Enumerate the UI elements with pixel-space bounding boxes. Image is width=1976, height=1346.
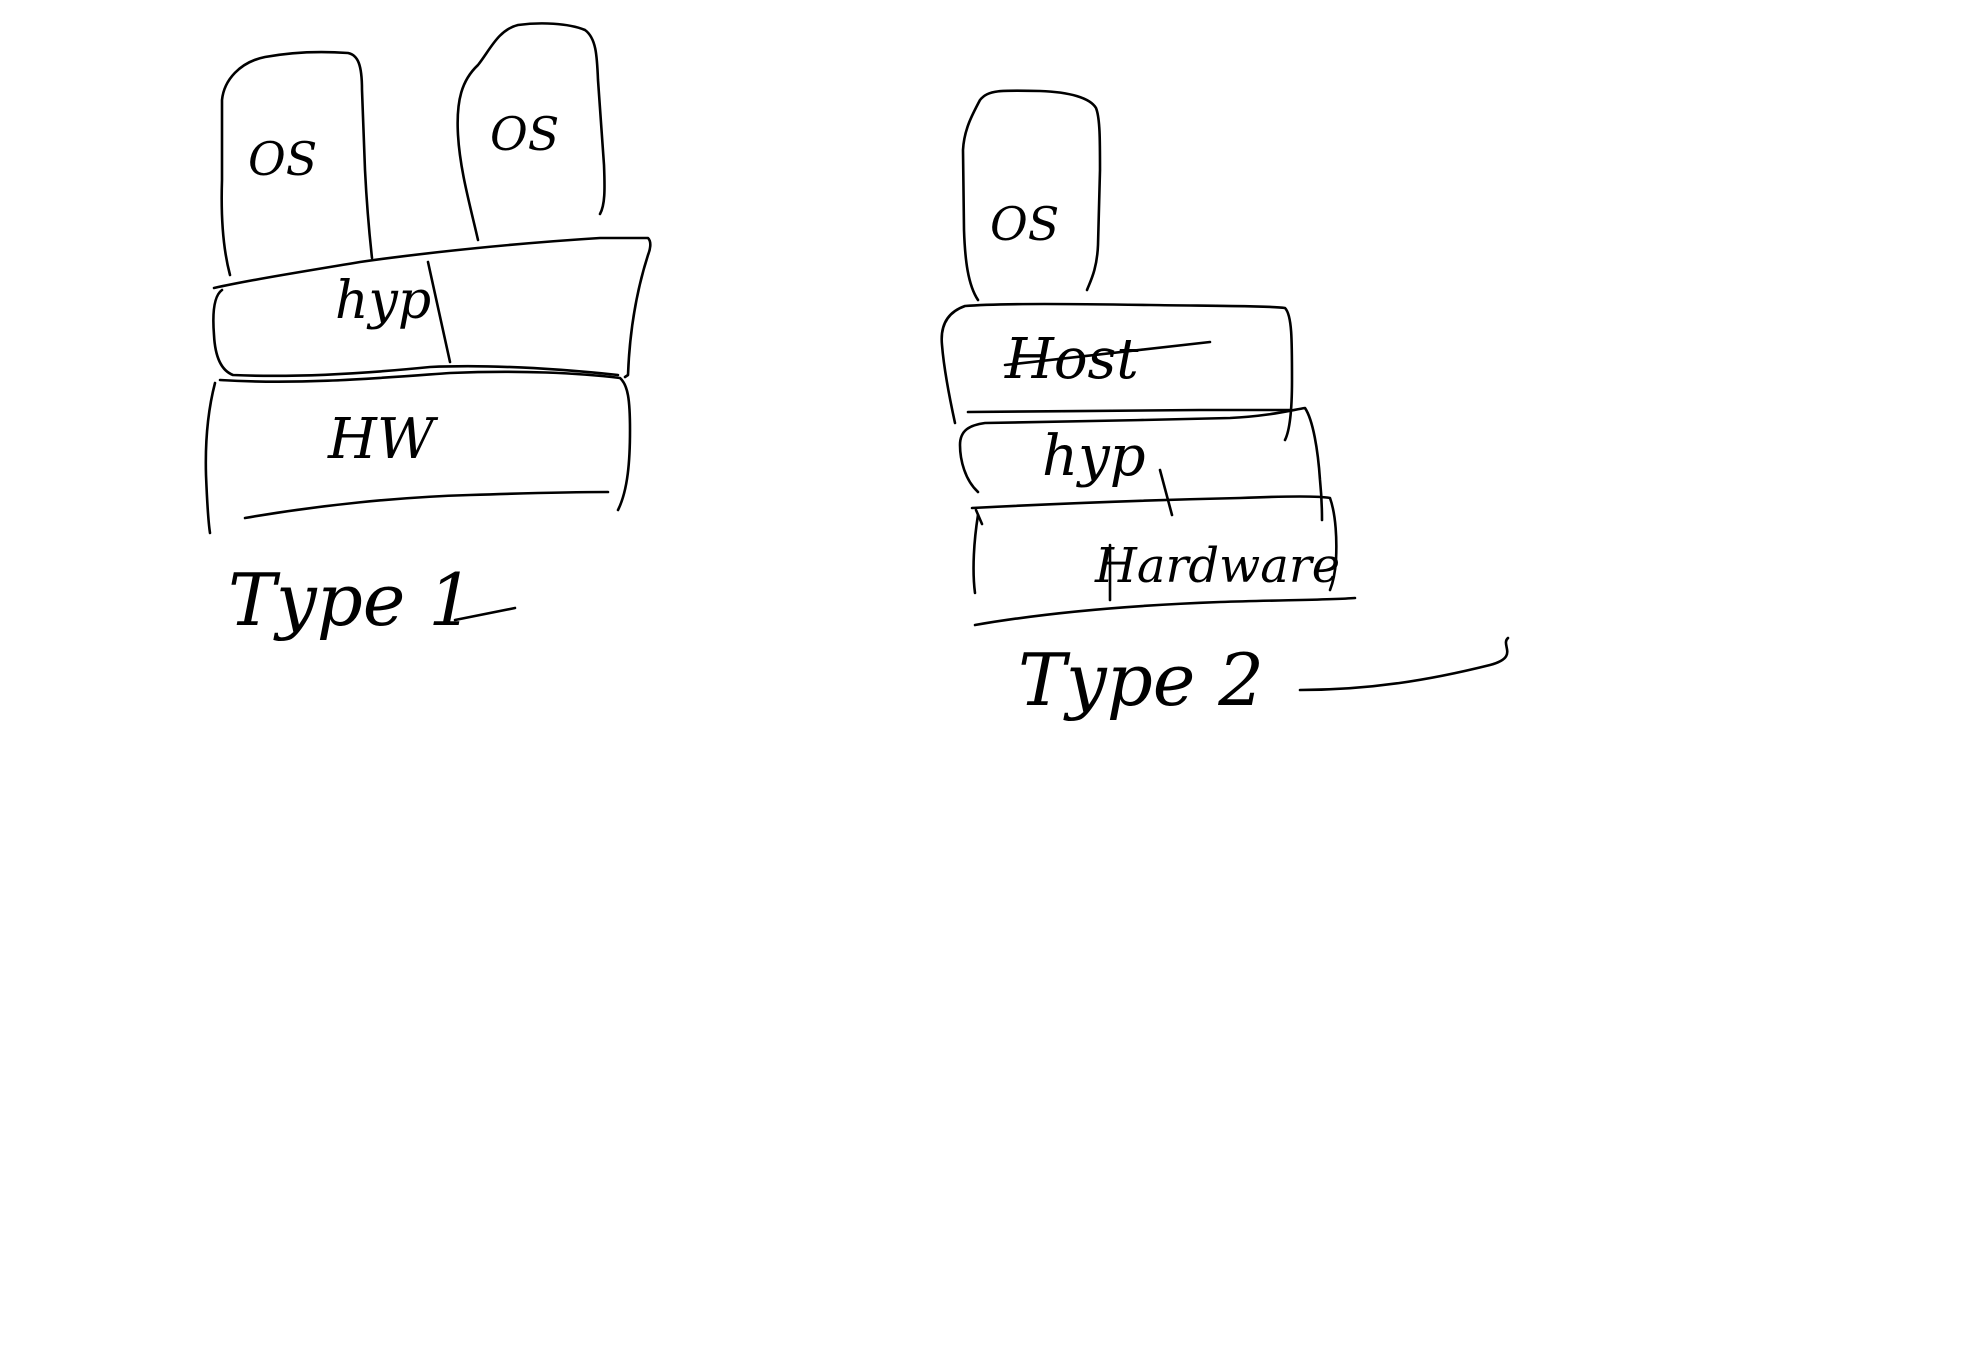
type1-os-label-right: OS <box>490 107 559 161</box>
type1-caption: Type 1 <box>228 558 474 642</box>
hypervisor-sketch: OS OS hyp HW Type 1 OS Host hyp Hardware… <box>204 22 1510 722</box>
type2-diagram: OS Host hyp Hardware Type 2 <box>940 89 1510 722</box>
type2-hardware-baseline <box>973 596 1357 627</box>
type2-os-label: OS <box>990 197 1059 251</box>
type1-hypervisor-label: hyp <box>335 271 431 331</box>
type2-hypervisor-stem <box>1158 468 1174 517</box>
type1-hypervisor-box <box>212 236 652 379</box>
type1-hardware-baseline <box>243 490 610 520</box>
type2-caption-underline <box>1298 636 1510 692</box>
type1-hardware-label: HW <box>327 407 439 472</box>
type2-host-bottom <box>966 408 1292 414</box>
type1-os-stem <box>426 260 452 364</box>
type2-hardware-label: Hardware <box>1094 538 1340 594</box>
type2-os-box <box>961 89 1102 302</box>
type2-host-label: Host <box>1004 327 1139 392</box>
type1-diagram: OS OS hyp HW Type 1 <box>204 22 652 642</box>
type2-caption: Type 2 <box>1018 638 1264 722</box>
type2-hypervisor-label: hyp <box>1042 424 1146 489</box>
type1-os-label-left: OS <box>248 132 317 186</box>
